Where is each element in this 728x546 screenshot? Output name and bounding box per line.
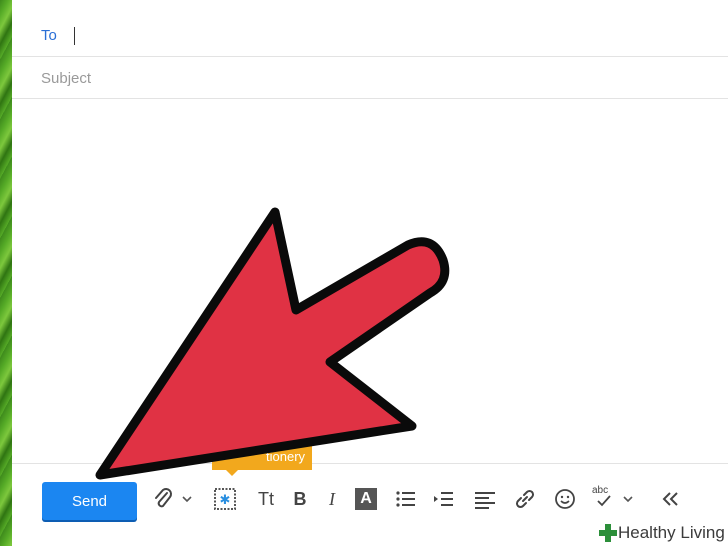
red-arrow-icon	[95, 207, 450, 480]
green-cross-icon	[599, 524, 617, 542]
healthy-living-watermark: Healthy Living	[596, 520, 728, 546]
watermark-text: Healthy Living	[618, 523, 725, 542]
